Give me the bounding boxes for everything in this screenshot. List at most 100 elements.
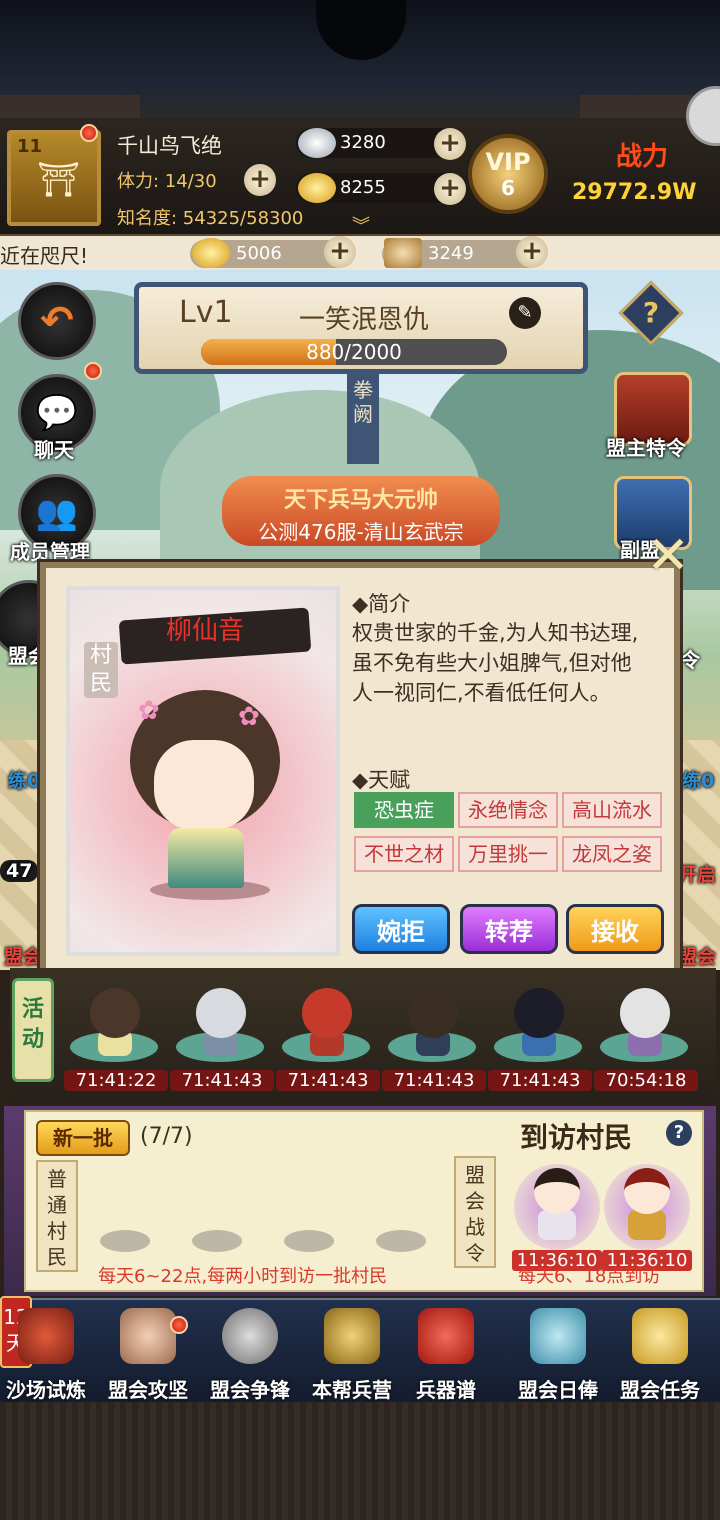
league-banner[interactable]: Lv1 一笑泯恩仇 ✎ 880/2000 xyxy=(134,282,588,374)
scene-left-count: 47 xyxy=(0,860,39,882)
villager-head xyxy=(624,1168,670,1214)
villager-name: 柳仙音 xyxy=(166,616,245,646)
vip-label: VIP xyxy=(485,148,531,176)
intro-text: 权贵世家的千金,为人知书达理,虽不免有些大小姐脾气,但对他人一视同仁,不看低任何… xyxy=(352,621,639,705)
roof-ornament xyxy=(316,0,406,60)
power-value: 29772.9W xyxy=(572,180,697,205)
nav-weapon-list[interactable]: 兵器谱 xyxy=(398,1308,494,1402)
war-order-villager[interactable]: 11:36:10 xyxy=(602,1154,692,1274)
villager-head xyxy=(302,988,352,1038)
player-level: 11 xyxy=(17,136,43,157)
normal-villager-tag: 普通村民 xyxy=(36,1160,78,1272)
war-order-tag: 盟会战令 xyxy=(454,1156,496,1268)
question-icon: ? xyxy=(642,296,660,329)
scene-right-alliance: 盟会 xyxy=(678,946,717,968)
chat-notification-dot xyxy=(84,362,102,380)
recommend-button[interactable]: 转荐 xyxy=(460,904,558,954)
activity-tab[interactable]: 活动 xyxy=(12,978,54,1082)
talent-item[interactable]: 不世之材 xyxy=(354,836,454,872)
war-order-visit-note: 每天6、18点到访 xyxy=(518,1266,661,1287)
scene-left-alliance: 盟会 xyxy=(4,946,43,968)
talent-item[interactable]: 恐虫症 xyxy=(354,792,454,828)
war-order-villager[interactable]: 11:36:10 xyxy=(512,1154,602,1274)
silver-ingot-icon xyxy=(298,128,336,158)
money-tree-icon xyxy=(530,1308,586,1364)
nav-alliance-tasks[interactable]: 盟会任务 xyxy=(612,1308,708,1402)
visit-panel-body: 新一批 (7/7) 到访村民 ? 普通村民 每天6~22点,每两小时到访一批村民… xyxy=(24,1110,704,1292)
gold-value: 8255 xyxy=(340,177,386,198)
add-resource-1-button[interactable]: + xyxy=(324,236,356,268)
villager-head xyxy=(514,988,564,1038)
villager-timer: 71:41:43 xyxy=(382,1070,486,1091)
resource-value-1: 5006 xyxy=(236,243,282,264)
talent-item[interactable]: 万里挑一 xyxy=(458,836,558,872)
talent-item[interactable]: 龙凤之姿 xyxy=(562,836,662,872)
league-vertical-tag: 拳阙 xyxy=(347,374,379,464)
gold-ingot-icon xyxy=(192,238,230,268)
helmet-icon xyxy=(324,1308,380,1364)
accept-button[interactable]: 接收 xyxy=(566,904,664,954)
resource-value-2: 3249 xyxy=(428,243,474,264)
reject-button[interactable]: 婉拒 xyxy=(352,904,450,954)
nav-label: 盟会任务 xyxy=(620,1378,700,1402)
villager-timer: 71:41:43 xyxy=(488,1070,592,1091)
villager-slot[interactable]: 71:41:43 xyxy=(276,972,380,1100)
new-batch-button[interactable]: 新一批 xyxy=(36,1120,130,1156)
fist-icon xyxy=(120,1308,176,1364)
nav-label: 本帮兵营 xyxy=(312,1378,392,1402)
talent-item[interactable]: 永绝情念 xyxy=(458,792,558,828)
empty-villager-slot[interactable] xyxy=(100,1230,150,1252)
player-name: 千山鸟飞绝 xyxy=(117,134,222,158)
pagoda-icon: ⛩ xyxy=(37,160,81,200)
empty-villager-slot[interactable] xyxy=(284,1230,334,1252)
nav-alliance-salary[interactable]: 盟会日俸 xyxy=(510,1308,606,1402)
villager-slot[interactable]: 70:54:18 xyxy=(594,972,698,1100)
book-icon xyxy=(418,1308,474,1364)
visit-title: 到访村民 xyxy=(520,1121,633,1154)
nav-label: 兵器谱 xyxy=(416,1378,476,1402)
back-button[interactable]: ↶ xyxy=(18,282,96,360)
visit-help-icon[interactable]: ? xyxy=(666,1120,692,1146)
villager-detail-dialog: 柳仙音 村民 ✿ ✿ ◆简介 权贵世家的千金,为人知书达理,虽不免有些大小姐脾气… xyxy=(40,562,680,976)
vip-level: 6 xyxy=(501,176,515,200)
game-screen: 11 ⛩ 千山鸟飞绝 体力: 14/30 + 知名度: 54325/58300 … xyxy=(0,0,720,1520)
talent-heading: ◆天赋 xyxy=(352,768,411,792)
member-management-label: 成员管理 xyxy=(10,540,90,564)
expand-chevron-icon[interactable]: ︾ xyxy=(352,212,370,238)
nav-battlefield-trial[interactable]: 沙场试炼 xyxy=(0,1308,94,1402)
league-level: Lv1 xyxy=(179,295,233,330)
villager-slot[interactable]: 71:41:43 xyxy=(170,972,274,1100)
practice-right-label: 练0 xyxy=(682,770,715,792)
gold-ingot-icon xyxy=(298,173,336,203)
empty-villager-slot[interactable] xyxy=(192,1230,242,1252)
add-silver-button[interactable]: + xyxy=(434,128,466,160)
player-info-bar: 11 ⛩ 千山鸟飞绝 体力: 14/30 + 知名度: 54325/58300 … xyxy=(0,118,720,238)
announcement-strip: 近在咫尺! xyxy=(0,236,720,270)
vip-badge[interactable]: VIP 6 xyxy=(468,134,548,214)
villager-slot[interactable]: 71:41:43 xyxy=(488,972,592,1100)
add-stamina-button[interactable]: + xyxy=(244,164,276,196)
villager-slot[interactable]: 71:41:43 xyxy=(382,972,486,1100)
villager-slot[interactable]: 71:41:22 xyxy=(64,972,168,1100)
leader-order-label: 盟主特令 xyxy=(606,436,686,460)
scene-right-open: 开启 xyxy=(678,864,717,886)
add-gold-button[interactable]: + xyxy=(434,173,466,205)
nav-label: 盟会攻坚 xyxy=(108,1378,188,1402)
nav-gang-barracks[interactable]: 本帮兵营 xyxy=(304,1308,400,1402)
nav-label: 盟会争锋 xyxy=(210,1378,290,1402)
villager-portrait: 柳仙音 村民 ✿ ✿ xyxy=(66,586,340,956)
talent-item[interactable]: 高山流水 xyxy=(562,792,662,828)
add-resource-2-button[interactable]: + xyxy=(516,236,548,268)
batch-count: (7/7) xyxy=(140,1124,193,1149)
nav-alliance-contest[interactable]: 盟会争锋 xyxy=(202,1308,298,1402)
villager-timer: 71:41:43 xyxy=(276,1070,380,1091)
empty-villager-slot[interactable] xyxy=(376,1230,426,1252)
close-icon[interactable]: ✕ xyxy=(640,528,696,584)
league-progress-text: 880/2000 xyxy=(306,340,402,364)
edit-icon[interactable]: ✎ xyxy=(509,297,541,329)
flower-hairpin-icon: ✿ xyxy=(238,702,260,732)
player-avatar[interactable]: 11 ⛩ xyxy=(7,130,101,226)
league-title-banner: 天下兵马大元帅 公测476服-清山玄武宗 xyxy=(222,476,500,546)
combat-power: 战力 29772.9W xyxy=(568,132,718,212)
nav-label: 盟会日俸 xyxy=(518,1378,598,1402)
